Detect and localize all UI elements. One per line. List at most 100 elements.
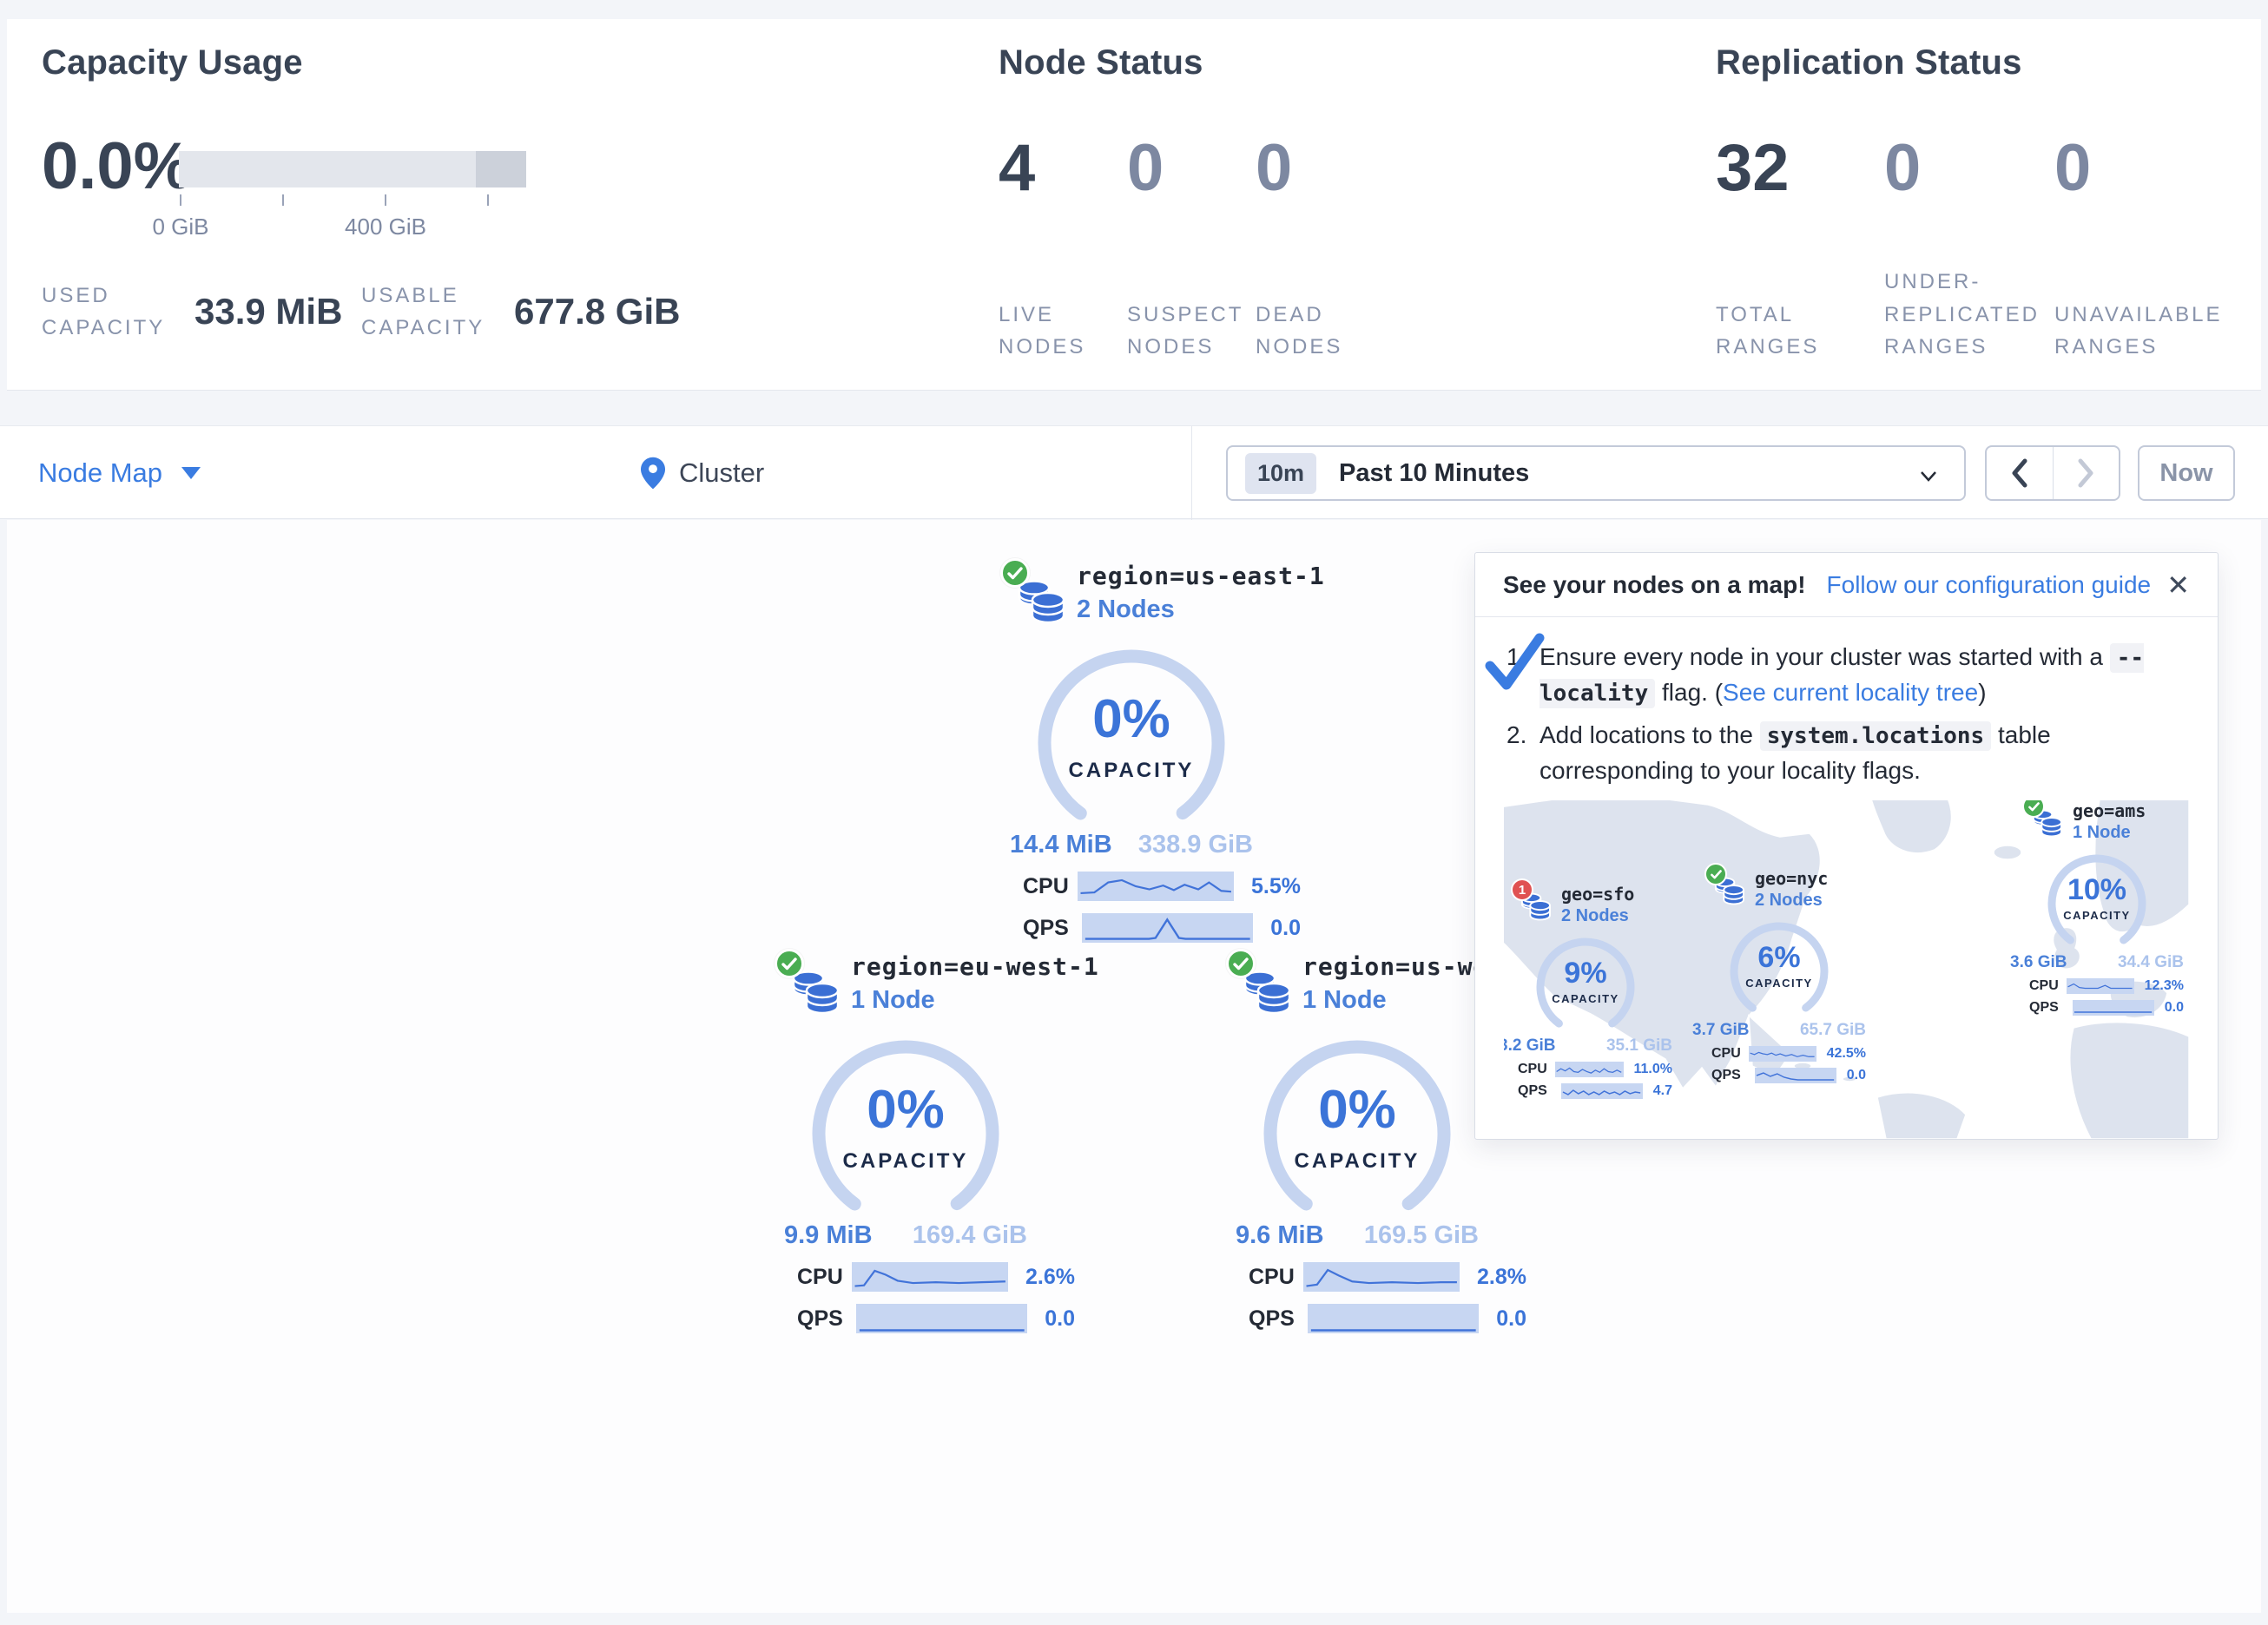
capacity-gauge: 0% CAPACITY — [1032, 643, 1231, 843]
under-replicated-ranges-value: 0 — [1884, 130, 1921, 206]
cpu-value: 2.8% — [1477, 1265, 1526, 1290]
chevron-left-icon — [2010, 458, 2029, 488]
capacity-label: CAPACITY — [1032, 759, 1231, 783]
axis-tick — [282, 194, 284, 206]
capacity-gauge: 0% CAPACITY — [806, 1034, 1005, 1234]
chevron-right-icon — [2076, 458, 2095, 488]
used-capacity-label: USED CAPACITY — [42, 280, 189, 344]
qps-sparkline — [856, 1304, 1028, 1333]
region-node-count: 2 Nodes — [1077, 595, 1301, 624]
region-header: region=us-east-1 2 Nodes — [962, 562, 1301, 636]
map-node-ams: geo=ams 1 Node 10% CAPACITY 3.6 GiB 34 — [2010, 800, 2184, 1016]
healthy-check-icon — [775, 949, 804, 978]
configuration-guide-link[interactable]: Follow our configuration guide — [1827, 571, 2152, 599]
cpu-metric: CPU 12.3% — [2010, 978, 2184, 994]
cpu-sparkline — [1303, 1262, 1460, 1292]
cpu-value: 2.6% — [1025, 1265, 1075, 1290]
total-ranges-value: 32 — [1716, 130, 1790, 206]
capacity-label: CAPACITY — [1257, 1149, 1457, 1174]
capacity-percent: 9% — [1529, 957, 1642, 990]
capacity-percent: 10% — [2041, 873, 2153, 907]
unavailable-ranges-label: UNAVAILABLE RANGES — [2054, 269, 2228, 363]
qps-sparkline — [2073, 1000, 2154, 1016]
chevron-down-icon — [181, 467, 201, 479]
usable-capacity-stat: USABLE CAPACITY 677.8 GiB — [361, 280, 680, 344]
qps-metric: QPS 0.0 — [1692, 1068, 1866, 1083]
example-node-map: 1 geo=sfo 2 Nodes — [1504, 800, 2189, 1139]
region-name: region=us-east-1 — [1077, 562, 1301, 590]
close-icon[interactable]: ✕ — [2166, 571, 2190, 599]
node-map-dashboard: Capacity Usage 0.0% 0 GiB 400 GiB USED C… — [0, 0, 2268, 1625]
locality-name: geo=ams — [2073, 800, 2184, 821]
setup-step-1: 1. Ensure every node in your cluster was… — [1507, 640, 2190, 711]
locality-name: geo=nyc — [1755, 868, 1866, 889]
used-capacity-value: 33.9 MiB — [194, 291, 342, 332]
time-step-arrows — [1985, 445, 2120, 501]
capacity-label: CAPACITY — [806, 1149, 1005, 1174]
cpu-metric: CPU 42.5% — [1692, 1046, 1866, 1062]
qps-value: 0.0 — [1496, 1306, 1526, 1332]
dead-nodes-value: 0 — [1256, 130, 1292, 206]
toolbar-divider — [1191, 426, 1192, 520]
locality-setup-popup: See your nodes on a map! Follow our conf… — [1474, 552, 2219, 1140]
cpu-metric: CPU 2.8% — [1188, 1262, 1526, 1292]
cpu-metric: CPU 5.5% — [962, 872, 1301, 901]
capacity-usage-bar: 0 GiB 400 GiB — [179, 151, 526, 188]
capacity-gauge: 0% CAPACITY — [1257, 1034, 1457, 1234]
capacity-usage-percent: 0.0% — [42, 128, 192, 204]
total-ranges-label: TOTAL RANGES — [1716, 269, 1829, 363]
system-locations-code: system.locations — [1760, 721, 1991, 751]
capacity-label: CAPACITY — [1723, 977, 1836, 990]
cluster-summary-panel: Capacity Usage 0.0% 0 GiB 400 GiB USED C… — [7, 19, 2261, 391]
map-node-nyc: geo=nyc 2 Nodes 6% CAPACITY 3.7 GiB 65 — [1692, 868, 1866, 1083]
capacity-usage-title: Capacity Usage — [42, 43, 303, 82]
view-selector-dropdown[interactable]: Node Map — [38, 426, 201, 520]
qps-metric: QPS 0.0 — [962, 913, 1301, 943]
chevron-down-icon — [1917, 464, 1940, 487]
capacity-percent: 6% — [1723, 941, 1836, 975]
popup-instructions: 1. Ensure every node in your cluster was… — [1475, 617, 2218, 788]
step-forward-button[interactable] — [2053, 447, 2120, 499]
under-replicated-ranges-label: UNDER-REPLICATED RANGES — [1884, 269, 2054, 363]
cpu-sparkline — [1555, 1062, 1624, 1077]
axis-tick — [180, 194, 181, 206]
time-range-badge: 10m — [1245, 453, 1316, 494]
region-marker-eu-west-1[interactable]: region=eu-west-1 1 Node 0% CAPACITY 9.9 … — [736, 952, 1075, 1333]
time-range-selector[interactable]: 10m Past 10 Minutes — [1226, 445, 1966, 501]
cpu-metric: CPU 2.6% — [736, 1262, 1075, 1292]
axis-tick-label: 400 GiB — [345, 214, 426, 240]
capacity-bar-reserved-segment — [476, 151, 526, 188]
completed-check-icon — [1482, 631, 1546, 695]
qps-value: 0.0 — [2165, 1000, 2184, 1016]
capacity-percent: 0% — [806, 1079, 1005, 1141]
breadcrumb[interactable]: Cluster — [641, 426, 764, 520]
capacity-gauge: 10% CAPACITY — [2041, 847, 2153, 960]
suspect-nodes-value: 0 — [1127, 130, 1164, 206]
capacity-gauge: 6% CAPACITY — [1723, 915, 1836, 1028]
healthy-check-icon — [1226, 949, 1256, 978]
locality-name: geo=sfo — [1561, 884, 1672, 905]
view-selector-label: Node Map — [38, 457, 162, 489]
region-header: region=eu-west-1 1 Node — [736, 952, 1075, 1027]
step-back-button[interactable] — [1987, 447, 2053, 499]
used-capacity-stat: USED CAPACITY 33.9 MiB — [42, 280, 342, 344]
database-stack-icon — [790, 970, 839, 1021]
region-marker-us-east-1[interactable]: region=us-east-1 2 Nodes 0% CAPACITY 14.… — [962, 562, 1301, 943]
axis-tick — [385, 194, 386, 206]
cpu-sparkline — [1078, 872, 1234, 901]
capacity-gauge: 9% CAPACITY — [1529, 931, 1642, 1043]
qps-value: 0.0 — [1847, 1068, 1866, 1083]
axis-tick-label: 0 GiB — [152, 214, 208, 240]
setup-step-2: 2. Add locations to the system.locations… — [1507, 718, 2190, 788]
time-range-label: Past 10 Minutes — [1339, 459, 1529, 488]
qps-value: 0.0 — [1270, 916, 1301, 941]
popup-header: See your nodes on a map! Follow our conf… — [1475, 553, 2218, 617]
suspect-nodes-label: SUSPECT NODES — [1127, 269, 1242, 363]
cpu-sparkline — [1749, 1046, 1816, 1062]
qps-value: 4.7 — [1653, 1083, 1672, 1099]
map-pin-icon — [641, 457, 665, 490]
dead-nodes-label: DEAD NODES — [1256, 269, 1360, 363]
now-button[interactable]: Now — [2138, 445, 2235, 501]
locality-tree-link[interactable]: See current locality tree — [1723, 679, 1978, 706]
capacity-percent: 0% — [1257, 1079, 1457, 1141]
